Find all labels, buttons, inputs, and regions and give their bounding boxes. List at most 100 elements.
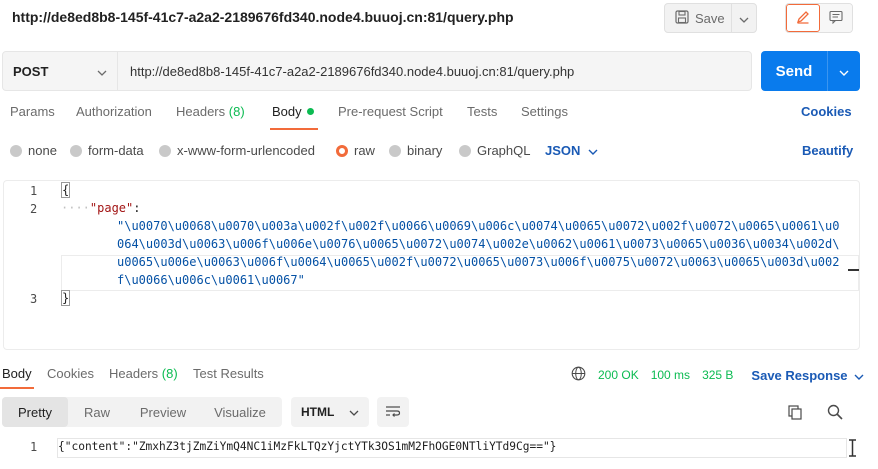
response-time[interactable]: 100 ms [651,368,690,382]
wrap-lines-button[interactable] [377,397,409,427]
resp-headers-count: (8) [161,366,178,381]
save-button-group: Save [664,3,757,33]
response-body-viewer[interactable]: 1 {"content":"ZmxhZ3tjZmZiYmQ4NC1iMzFkLT… [0,438,878,458]
send-button[interactable]: Send [761,51,827,91]
indent-guide: ···· [61,201,90,215]
chevron-down-icon [839,64,849,79]
tab-body[interactable]: Body [272,104,314,119]
line-number: 3 [30,292,38,306]
save-dropdown-button[interactable] [731,4,756,32]
resp-tab-headers-label: Headers [109,366,159,381]
radio-circle [389,144,401,157]
send-button-group: Send [761,51,860,91]
tab-prerequest-script[interactable]: Pre-request Script [338,104,443,119]
radio-none[interactable]: none [10,143,57,158]
headers-count: (8) [228,104,245,119]
resp-tab-headers[interactable]: Headers (8) [109,366,178,381]
response-content: {"content":"ZmxhZ3tjZmZiYmQ4NC1iMzFkLTQz… [58,440,557,453]
language-label: JSON [545,143,581,158]
response-scrollbar[interactable] [846,438,858,468]
save-response-button[interactable]: Save Response [751,368,864,383]
close-brace: } [61,290,71,306]
response-format-select[interactable]: HTML [291,397,369,427]
view-pretty-button[interactable]: Pretty [2,397,68,427]
save-label: Save [695,10,725,26]
resp-tab-test-results[interactable]: Test Results [193,366,264,381]
radio-urlencoded[interactable]: x-www-form-urlencoded [159,143,315,158]
response-active-tab-underline [0,387,34,389]
resp-tab-cookies[interactable]: Cookies [47,366,94,381]
radio-raw-label: raw [354,143,375,158]
send-dropdown-button[interactable] [827,51,860,91]
tab-headers[interactable]: Headers (8) [176,104,245,119]
response-format-label: HTML [301,405,335,419]
radio-raw[interactable]: raw [336,143,375,158]
json-value-line: "\u0070\u0068\u0070\u003a\u002f\u002f\u0… [117,219,840,233]
active-tab-underline [270,128,318,130]
wrap-lines-icon [385,404,401,421]
json-value-line: f\u0066\u006c\u0061\u0067" [117,273,305,287]
save-button[interactable]: Save [665,4,731,32]
beautify-link[interactable]: Beautify [802,143,853,158]
url-input[interactable]: http://de8ed8b8-145f-41c7-a2a2-2189676fd… [118,52,751,90]
response-size[interactable]: 325 B [702,368,733,382]
request-body-editor[interactable]: 1 2 3 { ····"page": "\u0070\u0068\u0070\… [3,180,860,350]
json-key: "page" [89,201,134,215]
method-select[interactable]: POST [3,52,118,90]
documentation-button[interactable] [819,4,852,32]
edit-mode-button[interactable] [786,4,820,32]
request-url-bar: POST http://de8ed8b8-145f-41c7-a2a2-2189… [2,51,752,91]
json-value-line: u0065\u006e\u0063\u006f\u0064\u0065\u002… [117,255,840,269]
editor-scrollbar-marker[interactable] [848,269,859,271]
chevron-down-icon [854,368,864,383]
pencil-icon [796,10,810,27]
status-code[interactable]: 200 OK [598,368,639,382]
resp-tab-body[interactable]: Body [2,366,32,381]
open-brace: { [61,182,71,198]
json-colon: : [133,201,141,215]
radio-circle [459,144,471,157]
radio-binary[interactable]: binary [389,143,442,158]
tab-settings[interactable]: Settings [521,104,568,119]
radio-graphql[interactable]: GraphQL [459,143,530,158]
response-view-group: Pretty Raw Preview Visualize [2,397,282,427]
language-select[interactable]: JSON [545,143,598,158]
tab-body-label: Body [272,104,302,119]
chevron-down-icon [739,11,749,26]
radio-form-data[interactable]: form-data [70,143,144,158]
mode-toggle-group [785,3,853,33]
radio-urlencoded-label: x-www-form-urlencoded [177,143,315,158]
chevron-down-icon [588,143,598,158]
json-value-line: 064\u003d\u0063\u006f\u006e\u0076\u0065\… [117,237,840,251]
tab-tests[interactable]: Tests [467,104,497,119]
method-label: POST [13,63,49,79]
save-icon [675,9,689,27]
body-mode-selector: none form-data x-www-form-urlencoded raw… [0,143,878,161]
search-icon[interactable] [826,403,846,423]
response-status-area: 200 OK 100 ms 325 B Save Response [571,366,864,384]
copy-icon[interactable] [786,403,806,423]
request-tabs: Params Authorization Headers (8) Body Pr… [0,104,878,130]
body-indicator-dot [306,108,314,116]
radio-circle [159,144,171,157]
radio-none-label: none [28,143,57,158]
radio-circle [10,144,22,157]
tab-headers-label: Headers [176,104,226,119]
comment-icon [829,10,843,27]
radio-graphql-label: GraphQL [477,143,531,158]
radio-binary-label: binary [407,143,443,158]
line-number: 1 [30,440,38,454]
tab-authorization[interactable]: Authorization [76,104,152,119]
chevron-down-icon [349,405,359,419]
radio-circle [70,144,82,157]
tab-params[interactable]: Params [10,104,55,119]
cookies-link[interactable]: Cookies [801,104,852,119]
globe-icon[interactable] [571,366,586,384]
view-visualize-button[interactable]: Visualize [200,397,280,427]
view-preview-button[interactable]: Preview [126,397,200,427]
radio-circle-selected [336,144,348,157]
view-raw-button[interactable]: Raw [68,397,126,427]
line-number: 2 [30,202,38,216]
response-tabs: Body Cookies Headers (8) Test Results 20… [0,366,878,384]
line-number: 1 [30,184,38,198]
